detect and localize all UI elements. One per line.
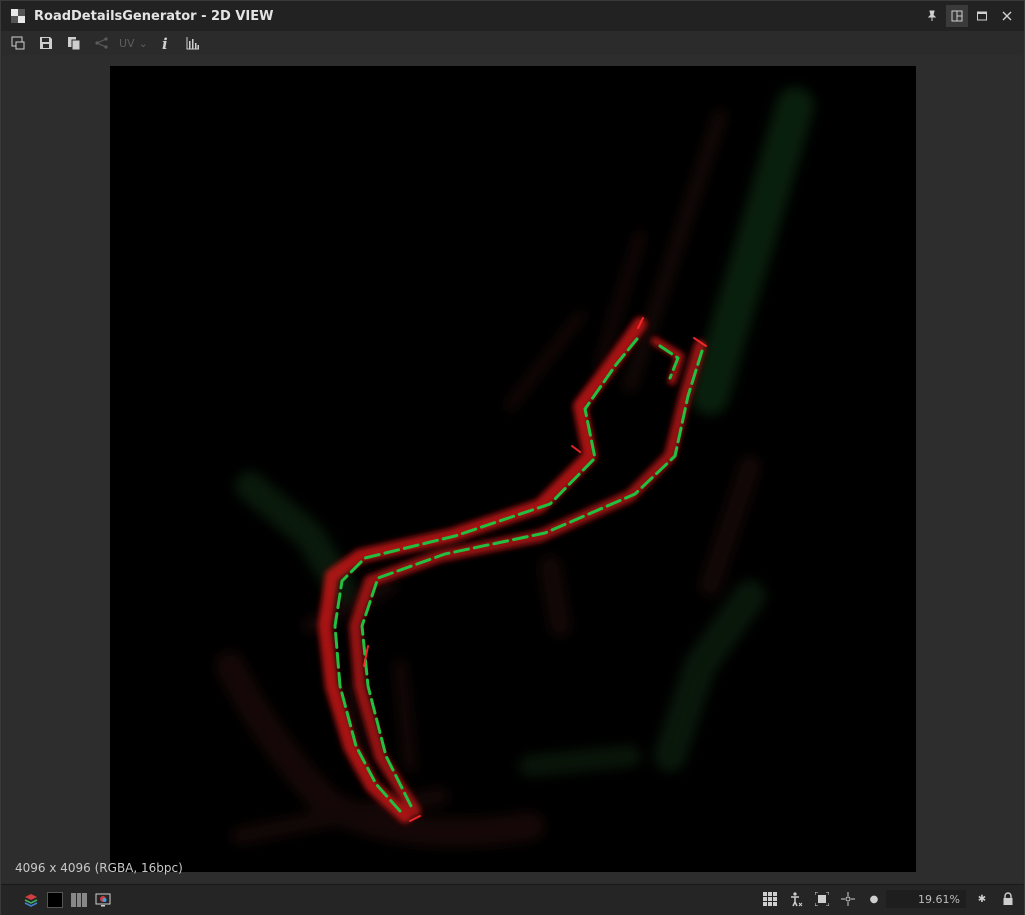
layout-icon[interactable] bbox=[946, 5, 968, 27]
app-window: RoadDetailsGenerator - 2D VIEW UV ⌄ i 40… bbox=[0, 0, 1025, 915]
zoom-out-icon[interactable]: ● bbox=[864, 889, 884, 909]
save-icon[interactable] bbox=[35, 32, 57, 54]
view-toolbar: UV ⌄ i bbox=[1, 31, 1024, 55]
window-title: RoadDetailsGenerator - 2D VIEW bbox=[34, 8, 274, 24]
grid-icon[interactable] bbox=[760, 889, 780, 909]
fit-to-view-icon[interactable] bbox=[812, 889, 832, 909]
maximize-icon[interactable] bbox=[971, 5, 993, 27]
chevron-down-icon[interactable]: ⌄ bbox=[139, 37, 148, 50]
zoom-input[interactable]: 19.61% bbox=[886, 890, 966, 908]
share-icon[interactable] bbox=[91, 32, 113, 54]
export-icon[interactable] bbox=[7, 32, 29, 54]
histogram-icon[interactable] bbox=[182, 32, 204, 54]
lock-icon[interactable] bbox=[998, 889, 1018, 909]
split-view-icon[interactable] bbox=[69, 890, 89, 910]
pan-icon[interactable] bbox=[838, 889, 858, 909]
resolution-label: 4096 x 4096 (RGBA, 16bpc) bbox=[15, 861, 183, 875]
status-bar: ● 19.61% ✱ bbox=[1, 884, 1024, 915]
pin-icon[interactable] bbox=[921, 5, 943, 27]
person-scale-icon[interactable] bbox=[786, 889, 806, 909]
close-icon[interactable] bbox=[996, 5, 1018, 27]
background-black-icon[interactable] bbox=[45, 890, 65, 910]
viewport-2d[interactable]: 4096 x 4096 (RGBA, 16bpc) bbox=[2, 55, 1023, 883]
info-icon[interactable]: i bbox=[154, 32, 176, 54]
road-mask-image bbox=[215, 87, 814, 848]
copy-icon[interactable] bbox=[63, 32, 85, 54]
texture-preview[interactable] bbox=[110, 66, 916, 872]
zoom-in-icon[interactable]: ✱ bbox=[972, 889, 992, 909]
title-bar: RoadDetailsGenerator - 2D VIEW bbox=[1, 1, 1024, 31]
uv-dropdown[interactable]: UV bbox=[119, 37, 135, 50]
app-icon bbox=[11, 9, 25, 23]
layers-icon[interactable] bbox=[21, 890, 41, 910]
color-display-icon[interactable] bbox=[93, 890, 113, 910]
svg-text:i: i bbox=[162, 35, 168, 51]
